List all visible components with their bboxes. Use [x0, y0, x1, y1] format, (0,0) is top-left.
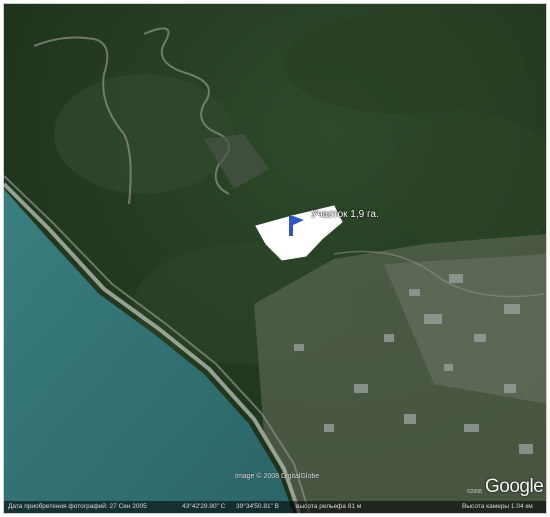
elevation: высота рельефа 81 м: [296, 503, 362, 510]
eye-altitude: Высота камеры 1.04 км: [462, 503, 533, 510]
imagery-credit: Image © 2008 DigitalGlobe: [235, 473, 320, 480]
longitude: 39°34'50.81" В: [236, 503, 280, 510]
status-bar: Дата приобретения фотографий: 27 Сен 200…: [4, 501, 546, 513]
google-logo: Google: [485, 476, 544, 497]
latitude: 43°42'29.90" С: [182, 503, 226, 510]
map-viewport[interactable]: Участок 1,9 га. Image © 2008 DigitalGlob…: [3, 3, 547, 514]
imagery-date: Дата приобретения фотографий: 27 Сен 200…: [8, 503, 147, 510]
satellite-imagery[interactable]: [4, 4, 547, 514]
parcel-label: Участок 1,9 га.: [311, 209, 379, 220]
copyright-year: ©2008: [467, 489, 482, 495]
